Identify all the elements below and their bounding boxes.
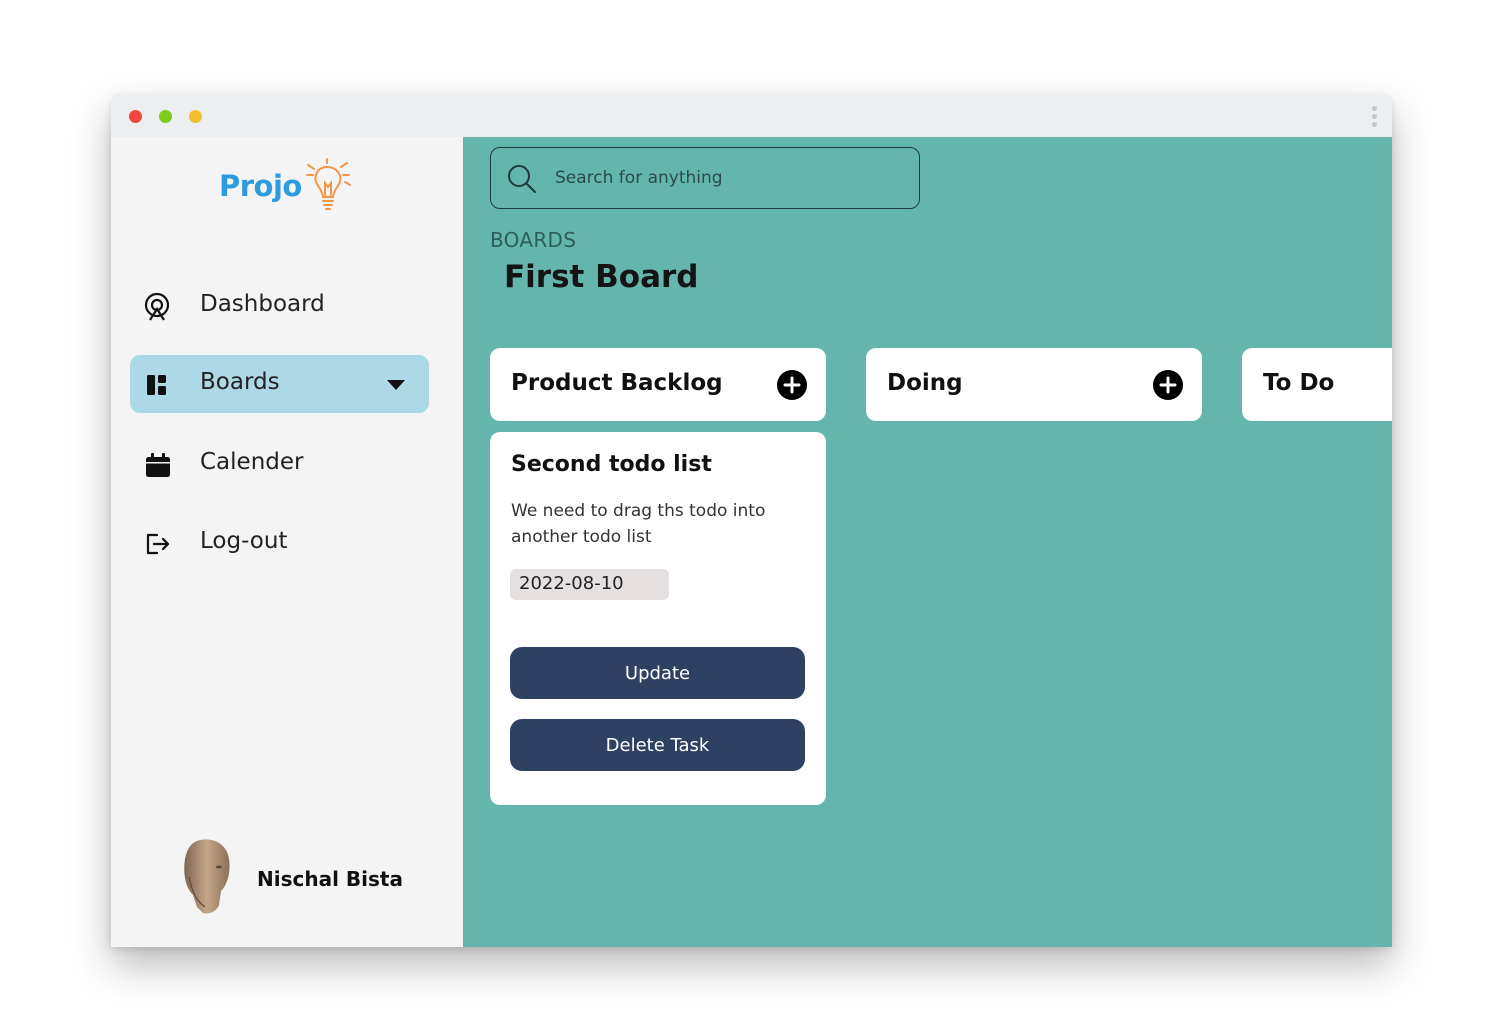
dashboard-icon <box>144 292 170 321</box>
column-title: Doing <box>887 370 963 396</box>
user-name: Nischal Bista <box>257 867 403 891</box>
sidebar-item-label: Dashboard <box>200 291 325 317</box>
column-header-to-do: To Do <box>1242 348 1392 421</box>
search-icon <box>508 165 536 193</box>
boards-icon <box>147 375 166 395</box>
window-titlebar <box>111 95 1392 137</box>
sidebar-item-label: Calender <box>200 449 304 475</box>
sidebar-item-boards[interactable]: Boards <box>130 355 429 413</box>
search-input[interactable] <box>555 162 895 194</box>
chevron-down-icon[interactable] <box>387 380 405 390</box>
task-description: We need to drag ths todo into another to… <box>511 501 766 547</box>
update-button[interactable]: Update <box>510 647 805 699</box>
sidebar-item-dashboard[interactable]: Dashboard <box>130 277 429 335</box>
window-menu-icon[interactable] <box>1372 106 1378 128</box>
browser-window: Projo Dashboard Boards Calender Log-out … <box>111 95 1392 947</box>
task-title: Second todo list <box>511 452 712 477</box>
column-title: To Do <box>1263 370 1335 396</box>
logout-icon <box>146 533 170 555</box>
add-task-icon[interactable] <box>776 369 808 401</box>
add-task-icon[interactable] <box>1152 369 1184 401</box>
delete-task-button[interactable]: Delete Task <box>510 719 805 771</box>
page-title: First Board <box>504 259 699 295</box>
app-logo[interactable]: Projo <box>219 155 369 217</box>
logo-text: Projo <box>219 169 302 203</box>
task-due-date[interactable]: 2022-08-10 <box>510 569 669 600</box>
sidebar: Projo Dashboard Boards Calender Log-out … <box>111 137 463 947</box>
sidebar-item-logout[interactable]: Log-out <box>130 514 429 572</box>
column-header-doing: Doing <box>866 348 1202 421</box>
sidebar-item-label: Log-out <box>200 528 288 554</box>
minimize-window-button[interactable] <box>159 110 172 123</box>
user-profile[interactable]: Nischal Bista <box>179 837 439 917</box>
search-bar[interactable] <box>490 147 920 209</box>
maximize-window-button[interactable] <box>189 110 202 123</box>
column-header-product-backlog: Product Backlog <box>490 348 826 421</box>
board-area: BOARDS First Board Product Backlog Doing… <box>463 137 1392 947</box>
sidebar-item-label: Boards <box>200 369 280 395</box>
lightbulb-icon <box>306 158 351 210</box>
avatar <box>184 839 230 914</box>
task-card[interactable]: Second todo list We need to drag ths tod… <box>490 432 826 805</box>
calendar-icon <box>146 453 170 477</box>
column-title: Product Backlog <box>511 370 723 396</box>
sidebar-item-calendar[interactable]: Calender <box>130 435 429 493</box>
close-window-button[interactable] <box>129 110 142 123</box>
breadcrumb: BOARDS <box>490 228 577 252</box>
